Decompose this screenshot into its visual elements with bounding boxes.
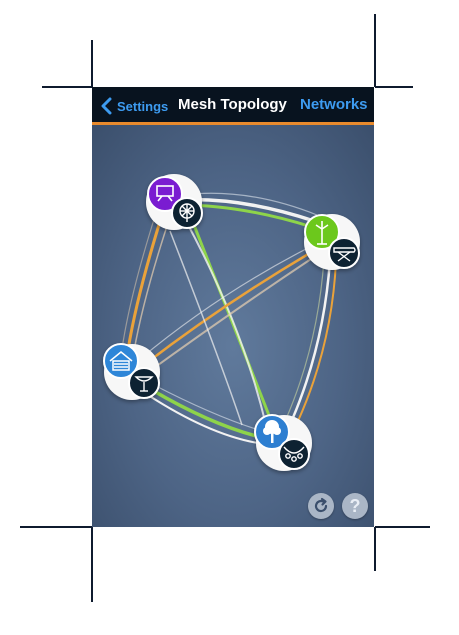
back-button-label: Settings [117,98,169,114]
help-button-label: ? [349,496,361,516]
help-button[interactable]: ? [342,493,368,519]
topology-canvas: ? [92,125,374,527]
node-top-left[interactable] [146,174,203,230]
back-button[interactable]: Settings [98,95,168,117]
node-left[interactable] [103,343,160,400]
phone-screen: Settings Mesh Topology Networks ? [92,87,374,527]
crop-mark-bottom-left-horizontal [20,526,92,528]
crop-mark-top-right-horizontal [375,86,413,88]
link-right-bottom [285,258,337,422]
mesh-topology-graph [103,174,360,471]
link-top-left-bottom [185,219,274,426]
page-title: Mesh Topology [178,96,287,113]
chevron-left-icon [101,97,112,115]
crop-mark-top-right-vertical [374,14,376,87]
link-top-left-left [121,212,171,352]
link-left-bottom [147,384,263,444]
navigation-bar: Settings Mesh Topology Networks [92,87,374,125]
crop-mark-top-left-vertical [91,40,93,87]
crop-mark-top-left-horizontal [42,86,92,88]
networks-button[interactable]: Networks [300,96,368,113]
refresh-button[interactable] [308,493,334,519]
refresh-icon [314,497,328,513]
crop-mark-bottom-right-horizontal [375,526,430,528]
node-right[interactable] [304,214,360,270]
crop-mark-bottom-left-vertical [91,527,93,602]
crop-mark-bottom-right-vertical [374,527,376,571]
node-bottom[interactable] [254,414,312,471]
